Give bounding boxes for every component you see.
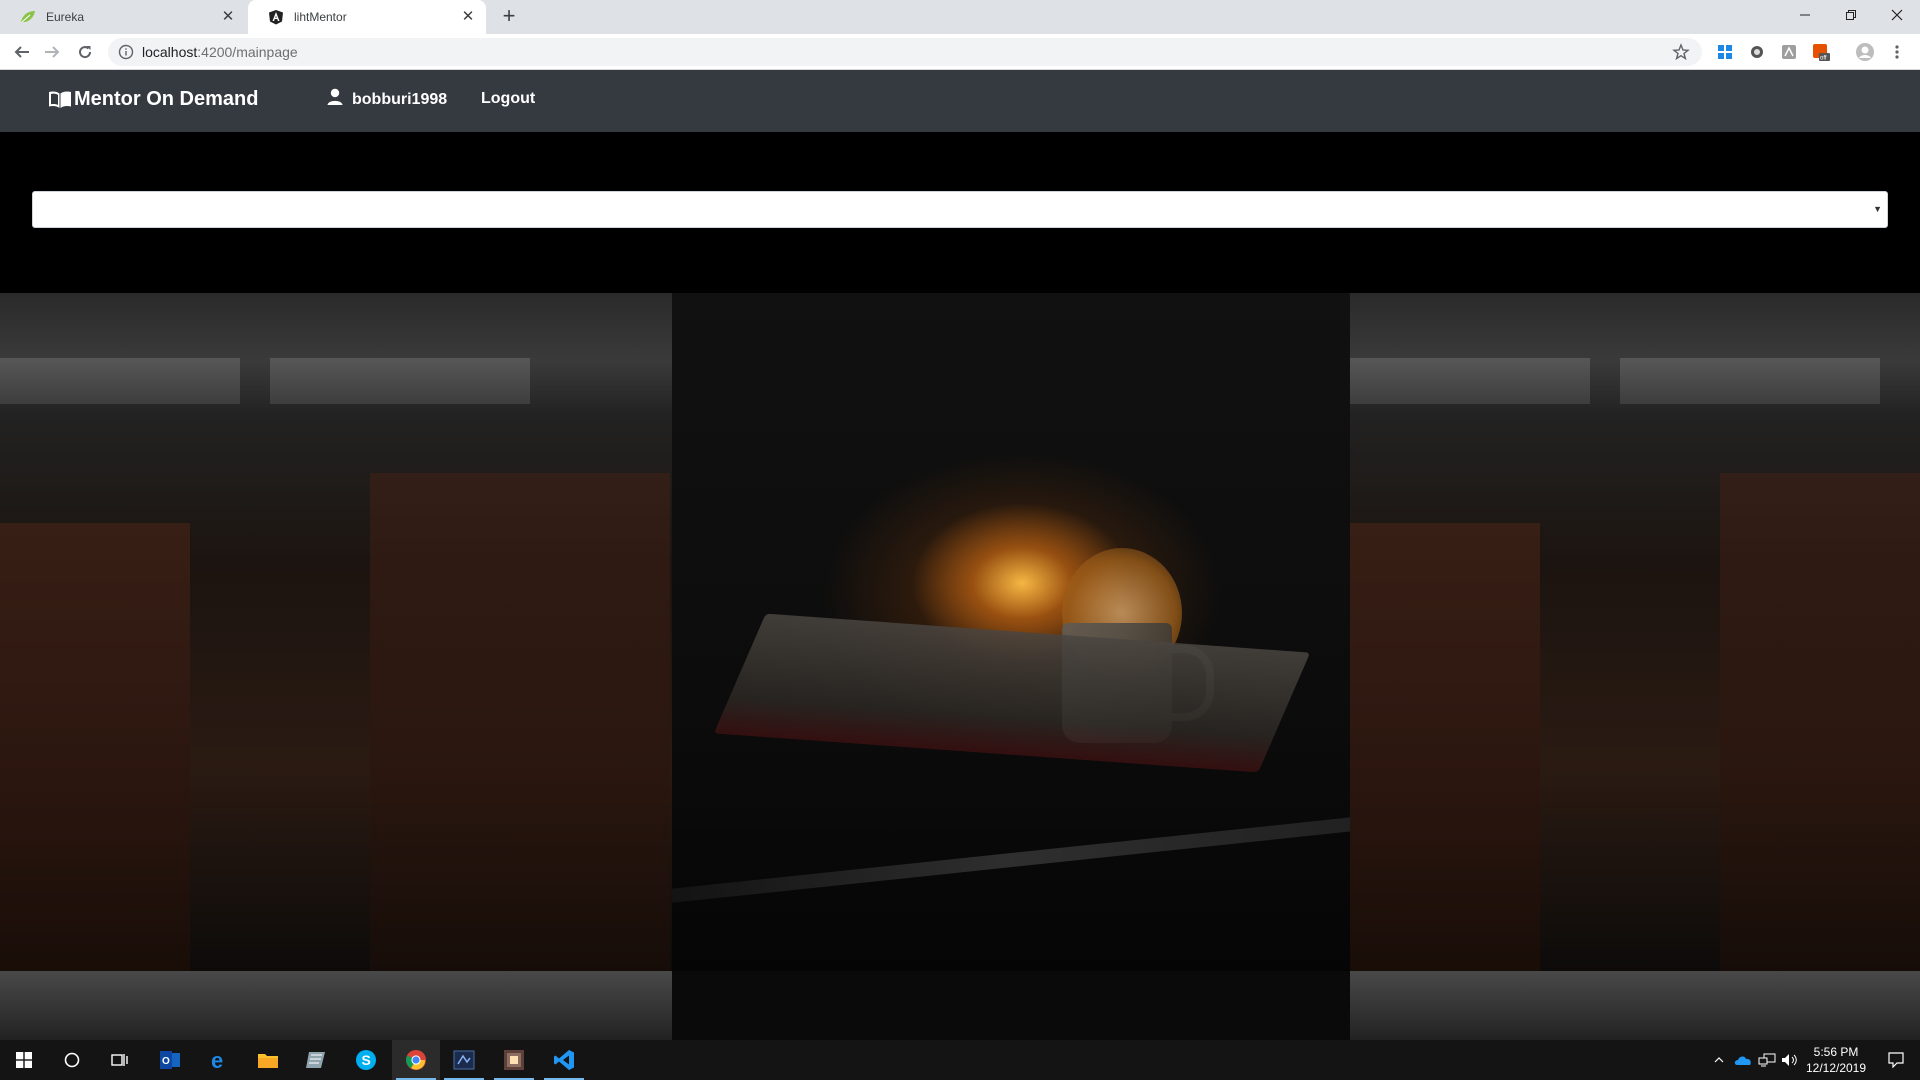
circle-extension-icon[interactable]	[1747, 42, 1767, 62]
armchair	[0, 523, 190, 971]
close-window-icon[interactable]	[1874, 0, 1920, 30]
svg-text:e: e	[211, 1049, 223, 1071]
angular-icon	[268, 9, 284, 25]
user-icon	[326, 88, 344, 106]
java-tool-icon[interactable]	[490, 1040, 538, 1080]
clock-time: 5:56 PM	[1813, 1045, 1859, 1059]
background-tile-main	[672, 293, 1350, 971]
svg-text:O: O	[162, 1056, 170, 1067]
network-icon[interactable]	[1756, 1040, 1778, 1080]
close-tab-icon[interactable]: ✕	[460, 9, 476, 25]
windows-extension-icon[interactable]	[1715, 42, 1735, 62]
notification-icon[interactable]	[1876, 1040, 1916, 1080]
task-view-icon[interactable]	[96, 1040, 144, 1080]
reload-icon[interactable]	[73, 40, 97, 64]
search-icon[interactable]	[48, 1040, 96, 1080]
outlook-icon[interactable]: O	[146, 1040, 194, 1080]
start-button[interactable]	[0, 1040, 48, 1080]
armchair	[1350, 523, 1540, 971]
forward-icon[interactable]	[40, 40, 64, 64]
url-path: :4200/mainpage	[197, 44, 298, 60]
tab-eureka[interactable]: Eureka ✕	[0, 0, 246, 34]
terminal-app-icon[interactable]	[440, 1040, 488, 1080]
off-extension-icon[interactable]: off	[1811, 42, 1831, 62]
tab-title: lihtMentor	[294, 10, 347, 24]
svg-text:S: S	[362, 1052, 371, 1068]
file-explorer-icon[interactable]	[244, 1040, 292, 1080]
windows-taskbar: O e S 5:56 PM 12/12/2019	[0, 1040, 1920, 1080]
edge-icon[interactable]: e	[196, 1040, 244, 1080]
armchair	[370, 473, 670, 971]
spring-leaf-icon	[20, 9, 36, 25]
window-panel	[270, 358, 530, 404]
vscode-icon[interactable]	[540, 1040, 588, 1080]
background-tile-right	[1350, 293, 1920, 971]
clock-date: 12/12/2019	[1805, 1061, 1867, 1075]
minimize-icon[interactable]	[1782, 0, 1828, 30]
new-tab-button[interactable]: +	[498, 5, 520, 28]
address-bar[interactable]: localhost:4200/mainpage	[108, 38, 1702, 66]
browser-toolbar: localhost:4200/mainpage off	[0, 34, 1920, 70]
chevron-up-icon[interactable]	[1710, 1040, 1728, 1080]
onedrive-icon[interactable]	[1732, 1040, 1754, 1080]
armchair	[1720, 473, 1920, 971]
brand-title: Mentor On Demand	[74, 88, 259, 110]
mentor-select[interactable]: ▼	[32, 191, 1888, 228]
chrome-icon[interactable]	[392, 1040, 440, 1080]
close-tab-icon[interactable]: ✕	[220, 9, 236, 25]
browser-menu-icon[interactable]	[1887, 42, 1907, 62]
url-text: localhost:4200/mainpage	[142, 38, 298, 66]
username: bobburi1998	[352, 91, 448, 108]
back-icon[interactable]	[10, 40, 34, 64]
window-panel	[1350, 358, 1590, 404]
window-panel	[0, 358, 240, 404]
brand-link[interactable]: Mentor On Demand	[48, 88, 258, 111]
chevron-down-icon: ▼	[1873, 204, 1882, 214]
notepad-app-icon[interactable]	[292, 1040, 340, 1080]
logout-link[interactable]: Logout	[481, 90, 535, 108]
restore-icon[interactable]	[1828, 0, 1874, 30]
bookmark-star-icon[interactable]	[1672, 43, 1690, 61]
book-icon	[48, 90, 72, 110]
user-info[interactable]: bobburi1998	[326, 88, 448, 109]
background-image	[0, 293, 1920, 1040]
app-navbar: Mentor On Demand bobburi1998 Logout	[0, 70, 1920, 132]
window-panel	[1620, 358, 1880, 404]
browser-tab-strip: Eureka ✕ lihtMentor ✕ +	[0, 0, 1920, 34]
tab-lihtmentor[interactable]: lihtMentor ✕	[248, 0, 486, 34]
pdf-extension-icon[interactable]	[1779, 42, 1799, 62]
background-tile-repeat	[0, 971, 672, 1040]
skype-icon[interactable]: S	[342, 1040, 390, 1080]
profile-avatar-icon[interactable]	[1855, 42, 1875, 62]
background-tile-repeat	[1350, 971, 1920, 1040]
info-icon[interactable]	[118, 44, 134, 60]
tab-title: Eureka	[46, 10, 85, 24]
svg-text:off: off	[1820, 56, 1827, 62]
url-host: localhost	[142, 44, 198, 60]
background-tile-left	[0, 293, 672, 971]
taskbar-clock[interactable]: 5:56 PM 12/12/2019	[1796, 1044, 1876, 1076]
